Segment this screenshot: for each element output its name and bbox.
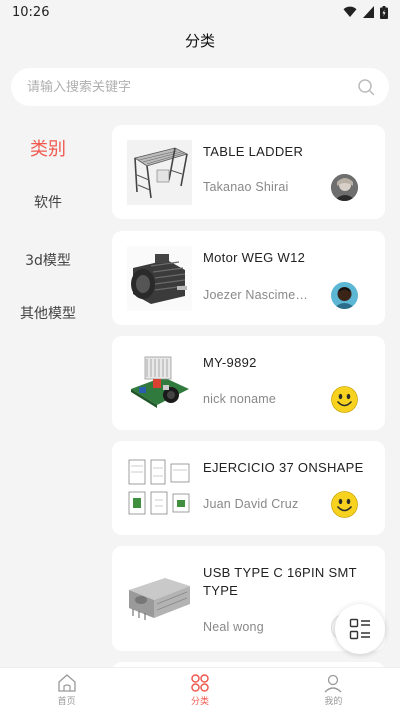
model-author: Neal wong: [203, 620, 264, 634]
profile-icon: [324, 674, 342, 693]
model-card[interactable]: EJERCICIO 37 ONSHAPE Juan David Cruz: [112, 441, 385, 535]
model-title: USB TYPE C 16PIN SMT TYPE: [203, 565, 357, 598]
signal-icon: [363, 6, 374, 18]
nav-home[interactable]: 首页: [0, 668, 133, 712]
model-title: EJERCICIO 37 ONSHAPE: [203, 460, 364, 475]
nav-category-label: 分类: [190, 697, 209, 707]
model-author: nick noname: [203, 392, 277, 406]
model-thumbnail: [127, 351, 192, 416]
search-bar[interactable]: [11, 68, 389, 106]
nav-profile-label: 我的: [324, 697, 343, 707]
model-author: Takanao Shirai: [203, 180, 289, 194]
author-avatar: [331, 282, 358, 309]
nav-home-label: 首页: [57, 697, 76, 707]
page-title: 分类: [184, 32, 215, 50]
status-bar: 10:26: [0, 0, 400, 24]
smiley-avatar: [331, 491, 358, 518]
home-icon: [58, 674, 76, 692]
category-item-3d-models[interactable]: 3d模型: [0, 233, 96, 286]
category-icon: [191, 674, 209, 692]
grid-list-icon: [349, 618, 370, 640]
model-thumbnail: [127, 140, 192, 205]
category-item-software[interactable]: 软件: [0, 171, 96, 233]
status-icons: [343, 5, 388, 19]
status-time: 10:26: [12, 4, 50, 20]
model-thumbnail: [127, 456, 192, 521]
search-icon[interactable]: [357, 78, 375, 96]
model-title: Motor WEG W12: [203, 250, 306, 265]
model-title: TABLE LADDER: [203, 144, 304, 159]
smiley-avatar: [331, 386, 358, 413]
search-input[interactable]: [27, 79, 357, 95]
model-thumbnail: [127, 246, 192, 311]
grid-menu-button[interactable]: [335, 604, 385, 654]
wifi-icon: [343, 6, 357, 17]
model-card[interactable]: TABLE LADDER Takanao Shirai: [112, 125, 385, 219]
category-list: 类别 软件 3d模型 其他模型: [0, 125, 96, 339]
model-author: Joezer Nascimento: [203, 288, 313, 302]
model-thumbnail: [127, 564, 192, 629]
model-card[interactable]: MY-9892 nick noname: [112, 336, 385, 430]
model-title: MY-9892: [203, 355, 257, 370]
battery-icon: [380, 5, 388, 19]
model-card[interactable]: Motor WEG W12 Joezer Nascimento: [112, 231, 385, 325]
nav-profile[interactable]: 我的: [267, 668, 400, 712]
author-avatar: [331, 174, 358, 201]
bottom-nav: 首页 分类 我的: [0, 667, 400, 712]
model-author: Juan David Cruz: [203, 497, 299, 511]
nav-category[interactable]: 分类: [133, 668, 266, 712]
category-item-other-models[interactable]: 其他模型: [0, 286, 96, 339]
category-item-types[interactable]: 类别: [0, 125, 96, 171]
